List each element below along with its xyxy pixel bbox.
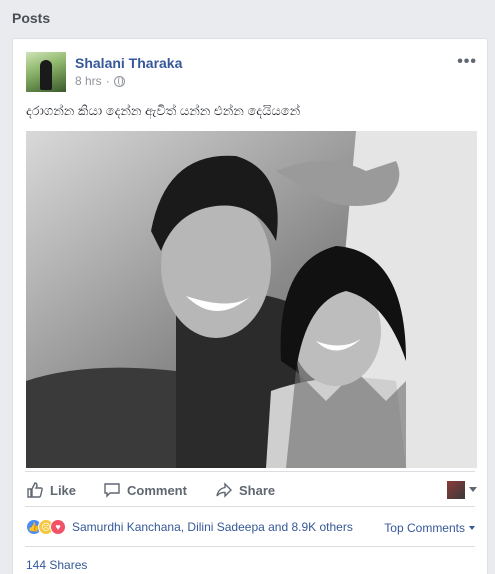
reaction-names[interactable]: Samurdhi Kanchana, Dilini Sadeepa and 8.… (72, 520, 353, 534)
shares-count[interactable]: 144 Shares (26, 558, 87, 572)
post-meta: 8 hrs · (75, 74, 125, 88)
reactions-top-divider (25, 506, 475, 507)
photo-illustration (26, 131, 477, 468)
viewer-avatar[interactable] (447, 481, 465, 499)
chevron-down-icon[interactable] (469, 487, 477, 492)
post-card: Shalani Tharaka 8 hrs · ••• දරාගන්න කියා… (12, 38, 488, 574)
actions-top-divider (25, 471, 475, 472)
post-header: Shalani Tharaka 8 hrs · ••• (13, 39, 487, 99)
author-avatar[interactable] (26, 52, 66, 92)
post-time[interactable]: 8 hrs (75, 74, 102, 88)
comment-label: Comment (127, 482, 187, 498)
share-button[interactable]: Share (215, 481, 275, 499)
caret-down-icon (469, 526, 475, 530)
comment-icon (104, 483, 120, 498)
shares-top-divider (25, 546, 475, 547)
post-photo[interactable] (26, 131, 477, 468)
love-icon: ♥ (50, 519, 66, 535)
top-comments-dropdown[interactable]: Top Comments (384, 521, 475, 535)
like-button[interactable]: Like (26, 481, 76, 499)
reactions-summary[interactable]: 👍 ☹ ♥ Samurdhi Kanchana, Dilini Sadeepa … (26, 519, 353, 535)
top-comments-label: Top Comments (384, 521, 465, 535)
globe-icon[interactable] (113, 75, 125, 87)
post-actions: Like Comment Share (13, 476, 487, 506)
section-title: Posts (12, 10, 51, 26)
post-caption: දරාගන්න කියා දෙන්න ඇවිත් යන්න එන්න දෙයිය… (26, 103, 301, 118)
thumbs-up-icon (27, 482, 43, 498)
separator-dot: · (105, 74, 110, 88)
more-options-button[interactable]: ••• (457, 53, 477, 71)
share-label: Share (239, 482, 276, 498)
avatar-figure (40, 60, 52, 90)
like-label: Like (50, 482, 77, 498)
comment-button[interactable]: Comment (103, 481, 187, 499)
author-name[interactable]: Shalani Tharaka (75, 55, 182, 71)
share-arrow-icon (216, 482, 232, 498)
